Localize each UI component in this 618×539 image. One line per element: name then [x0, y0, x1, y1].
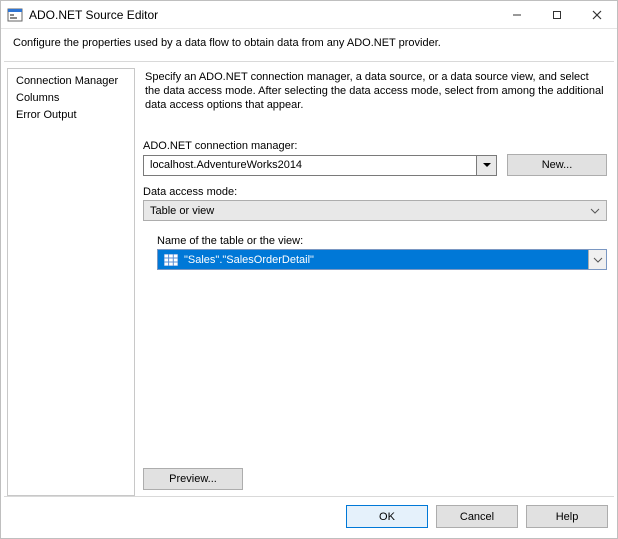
dialog-window: ADO.NET Source Editor Configure the prop…	[0, 0, 618, 539]
connection-manager-label: ADO.NET connection manager:	[143, 140, 607, 152]
new-connection-button[interactable]: New...	[507, 154, 607, 176]
chevron-down-icon	[590, 205, 600, 217]
table-name-select[interactable]: "Sales"."SalesOrderDetail"	[157, 249, 607, 270]
connection-manager-combo[interactable]: localhost.AdventureWorks2014	[143, 155, 497, 176]
chevron-down-icon	[588, 250, 606, 269]
table-name-value: "Sales"."SalesOrderDetail"	[184, 254, 314, 266]
ok-button[interactable]: OK	[346, 505, 428, 528]
dialog-description: Configure the properties used by a data …	[1, 29, 617, 59]
preview-button[interactable]: Preview...	[143, 468, 243, 490]
cancel-button[interactable]: Cancel	[436, 505, 518, 528]
sidebar: Connection Manager Columns Error Output	[7, 68, 135, 496]
connection-manager-value: localhost.AdventureWorks2014	[150, 159, 302, 171]
dropdown-arrow-icon	[476, 156, 496, 175]
minimize-button[interactable]	[497, 1, 537, 28]
titlebar: ADO.NET Source Editor	[1, 1, 617, 29]
help-button[interactable]: Help	[526, 505, 608, 528]
table-name-label: Name of the table or the view:	[157, 235, 607, 247]
main-panel: Specify an ADO.NET connection manager, a…	[141, 68, 611, 496]
maximize-button[interactable]	[537, 1, 577, 28]
data-access-mode-label: Data access mode:	[143, 186, 607, 198]
sidebar-item-columns[interactable]: Columns	[8, 90, 134, 107]
close-button[interactable]	[577, 1, 617, 28]
sidebar-item-error-output[interactable]: Error Output	[8, 107, 134, 124]
dialog-footer: OK Cancel Help	[4, 496, 614, 538]
app-icon	[7, 7, 23, 23]
data-access-mode-select[interactable]: Table or view	[143, 200, 607, 221]
table-icon	[164, 254, 178, 266]
window-buttons	[497, 1, 617, 28]
data-access-mode-value: Table or view	[150, 205, 214, 217]
panel-intro-text: Specify an ADO.NET connection manager, a…	[143, 68, 607, 112]
sidebar-item-connection-manager[interactable]: Connection Manager	[8, 73, 134, 90]
window-title: ADO.NET Source Editor	[29, 8, 497, 22]
